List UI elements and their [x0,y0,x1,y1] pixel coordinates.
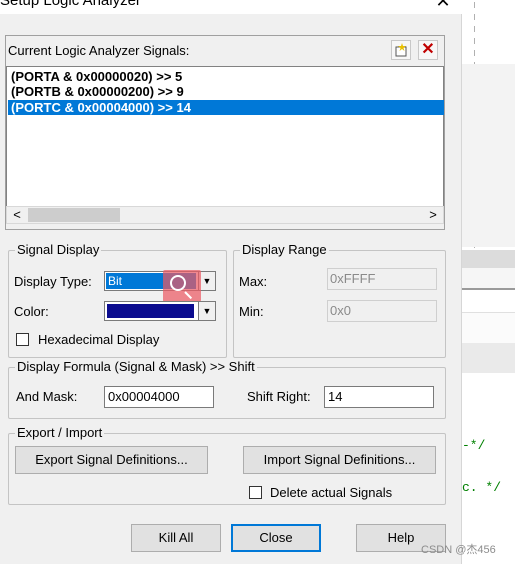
signal-list-item[interactable]: (PORTB & 0x00000200) >> 9 [8,84,444,99]
code-comment-line: -*/ [462,438,486,453]
horizontal-scrollbar[interactable]: < > [6,206,444,224]
new-signal-icon[interactable] [391,40,411,60]
background-editor: -*/ c. */ [462,0,515,564]
window-title: Setup Logic Analyzer [0,0,141,9]
export-signal-definitions-button[interactable]: Export Signal Definitions... [15,446,208,474]
max-label: Max: [239,274,268,289]
shift-right-field[interactable]: 14 [324,386,434,408]
scroll-right-icon[interactable]: > [425,207,441,223]
signal-list-item-selected[interactable]: (PORTC & 0x00004000) >> 14 [8,100,444,115]
delete-signal-icon[interactable]: ✕ [418,40,438,60]
and-mask-field[interactable]: 0x00004000 [104,386,214,408]
export-import-legend: Export / Import [15,425,105,440]
min-label: Min: [239,304,264,319]
signal-display-legend: Signal Display [15,242,102,257]
max-field[interactable]: 0xFFFF [327,268,437,290]
display-formula-legend: Display Formula (Signal & Mask) >> Shift [15,359,257,374]
display-range-legend: Display Range [240,242,329,257]
delete-actual-signals-label[interactable]: Delete actual Signals [270,485,392,500]
color-label: Color: [14,304,49,319]
signal-list-item[interactable]: (PORTA & 0x00000020) >> 5 [8,69,444,84]
color-swatch [107,304,194,318]
signals-label: Current Logic Analyzer Signals: [8,43,190,58]
and-mask-label: And Mask: [16,389,78,404]
code-comment-line: c. */ [462,480,502,495]
watermark: CSDN @杰456 [421,544,496,556]
color-picker[interactable]: ▼ [104,301,216,321]
delete-actual-signals-checkbox[interactable] [249,486,262,499]
hexadecimal-display-label[interactable]: Hexadecimal Display [38,332,159,347]
import-signal-definitions-button[interactable]: Import Signal Definitions... [243,446,436,474]
display-type-label: Display Type: [14,274,92,289]
title-bar[interactable]: Setup Logic Analyzer ✕ [0,0,462,14]
color-dropdown-icon[interactable]: ▼ [198,302,215,320]
min-field[interactable]: 0x0 [327,300,437,322]
close-button[interactable]: Close [231,524,321,552]
scroll-thumb[interactable] [28,208,120,222]
kill-all-button[interactable]: Kill All [131,524,221,552]
scroll-left-icon[interactable]: < [9,207,25,223]
shift-right-label: Shift Right: [247,389,311,404]
close-icon[interactable]: ✕ [432,0,454,12]
hexadecimal-display-checkbox[interactable] [16,333,29,346]
magnifier-icon [170,275,186,291]
signal-list[interactable]: (PORTA & 0x00000020) >> 5 (PORTB & 0x000… [6,66,444,207]
